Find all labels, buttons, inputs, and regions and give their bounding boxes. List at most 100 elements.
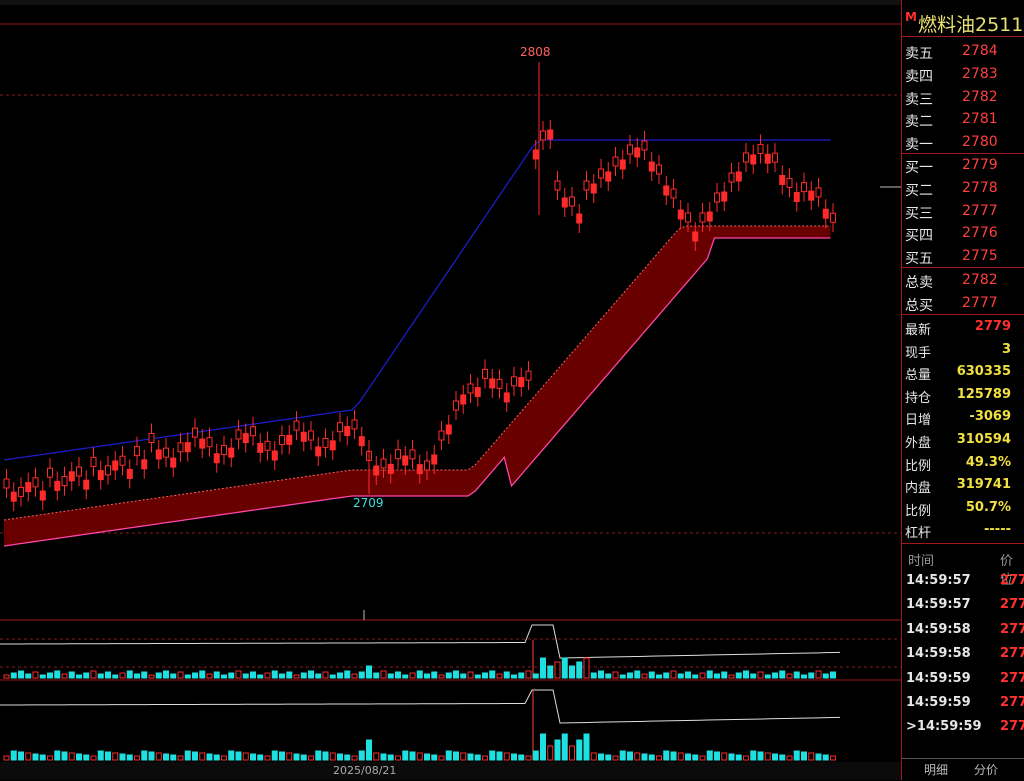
volume-bar <box>583 657 590 679</box>
bid-level[interactable]: 买四 2776 <box>902 222 1024 245</box>
stat-row[interactable]: 比例 50.7% <box>902 497 1024 520</box>
candle-body <box>337 422 343 433</box>
stat-row[interactable]: 内盘 319741 <box>902 474 1024 497</box>
ask-level[interactable]: 卖一 2780 <box>902 131 1024 154</box>
volume-bar <box>97 673 104 679</box>
candle-body <box>402 455 409 466</box>
stat-row[interactable]: 杠杆 ----- <box>902 519 1024 542</box>
stat-row[interactable]: 日增 -3069 <box>902 406 1024 429</box>
candle-body <box>409 449 416 460</box>
candle-body <box>279 434 285 445</box>
tick-row[interactable]: 14:59:59 2779 <box>902 667 1024 691</box>
tab-price-distribution[interactable]: 分价 <box>974 761 998 778</box>
volume-bar <box>329 674 336 679</box>
ask-level[interactable]: 卖五 2784 <box>902 40 1024 63</box>
tick-row[interactable]: 14:59:58 2779 <box>902 618 1024 642</box>
volume-bar <box>547 745 554 761</box>
volume-bar <box>366 665 372 679</box>
candle-body <box>235 429 242 440</box>
bid-level-value: 2777 <box>962 202 998 219</box>
volume-bar <box>322 751 329 761</box>
stat-row[interactable]: 外盘 310594 <box>902 429 1024 452</box>
total-sell-row: 总卖 2782 <box>902 269 1024 292</box>
stat-row[interactable]: 比例 49.3% <box>902 452 1024 475</box>
bid-level[interactable]: 买二 2778 <box>902 177 1024 200</box>
ask-level[interactable]: 卖二 2781 <box>902 108 1024 131</box>
candle-body <box>612 156 619 167</box>
bid-level[interactable]: 买五 2775 <box>902 245 1024 268</box>
volume-bar <box>25 752 32 761</box>
tick-row[interactable]: 14:59:58 2779 <box>902 642 1024 666</box>
volume-bar <box>445 672 452 679</box>
stat-row[interactable]: 持仓 125789 <box>902 384 1024 407</box>
candle-body <box>3 478 10 489</box>
volume-bar <box>721 671 728 679</box>
detail-tabs: 明细 分价 <box>902 758 1024 781</box>
candle-body <box>61 476 68 487</box>
tick-row[interactable]: 14:59:57 2779 <box>902 593 1024 617</box>
bid-level[interactable]: 买三 2777 <box>902 200 1024 223</box>
volume-bar <box>793 750 800 761</box>
volume-bar <box>525 755 532 761</box>
volume-bar <box>3 674 10 679</box>
kline-svg[interactable] <box>0 0 901 780</box>
total-buy-row: 总买 2777 <box>902 292 1024 315</box>
candle-body <box>670 188 677 199</box>
volume-bar <box>366 739 372 761</box>
ask-level-value: 2782 <box>962 88 998 105</box>
volume-bar <box>337 672 343 679</box>
bid-level[interactable]: 买一 2779 <box>902 154 1024 177</box>
ask-level-label: 卖三 <box>905 91 933 108</box>
candle-body <box>213 453 220 464</box>
candle-body <box>68 471 75 482</box>
stat-row[interactable]: 最新 2779 <box>902 316 1024 339</box>
volume-bar <box>264 672 271 679</box>
tick-time: 14:59:59 <box>906 670 971 686</box>
volume-bar <box>750 750 757 761</box>
divider <box>902 543 1024 544</box>
candle-body <box>525 370 532 381</box>
volume-bar <box>416 670 423 679</box>
volume-bar <box>126 670 133 679</box>
volume-bar <box>474 754 481 761</box>
volume-bar <box>279 751 285 761</box>
candle-body <box>598 168 604 179</box>
volume-bar <box>358 750 365 761</box>
stat-row[interactable]: 现手 3 <box>902 339 1024 362</box>
kline-chart[interactable]: 2808 2709 <box>0 0 901 780</box>
candle-body <box>772 152 778 163</box>
volume-bar <box>199 670 206 679</box>
candle-body <box>590 183 597 194</box>
volume-bar <box>648 671 655 679</box>
volume-bar <box>685 671 691 679</box>
tick-row[interactable]: 14:59:59 2779 <box>902 691 1024 715</box>
volume-bar <box>351 673 358 679</box>
ask-level[interactable]: 卖四 2783 <box>902 63 1024 86</box>
volume-bar <box>25 673 32 679</box>
volume-bar <box>822 673 829 679</box>
ask-level[interactable]: 卖三 2782 <box>902 86 1024 109</box>
volume-bar <box>641 753 648 761</box>
volume-bar <box>250 753 256 761</box>
candle-body <box>815 187 822 198</box>
tick-price: 2779 <box>1000 621 1024 637</box>
candle-body <box>547 129 554 140</box>
tick-row[interactable]: 14:59:57 2779 <box>902 569 1024 593</box>
stat-row[interactable]: 总量 630335 <box>902 361 1024 384</box>
volume-bar <box>286 752 293 761</box>
candle-body <box>141 459 148 470</box>
instrument-title[interactable]: M 燃料油2511 <box>902 6 1024 36</box>
volume-bar <box>547 665 554 679</box>
tab-detail[interactable]: 明细 <box>924 761 948 778</box>
tick-row[interactable]: >14:59:59 2779 <box>902 715 1024 739</box>
volume-bar <box>424 753 430 761</box>
candle-body <box>300 431 307 442</box>
candle-body <box>380 458 387 469</box>
candle-body <box>699 212 706 223</box>
volume-bar <box>808 752 815 761</box>
volume-bar <box>163 670 169 679</box>
candle-body <box>286 434 293 445</box>
candle-body <box>706 211 713 222</box>
candle-body <box>315 446 322 457</box>
bid-level-value: 2776 <box>962 225 998 242</box>
